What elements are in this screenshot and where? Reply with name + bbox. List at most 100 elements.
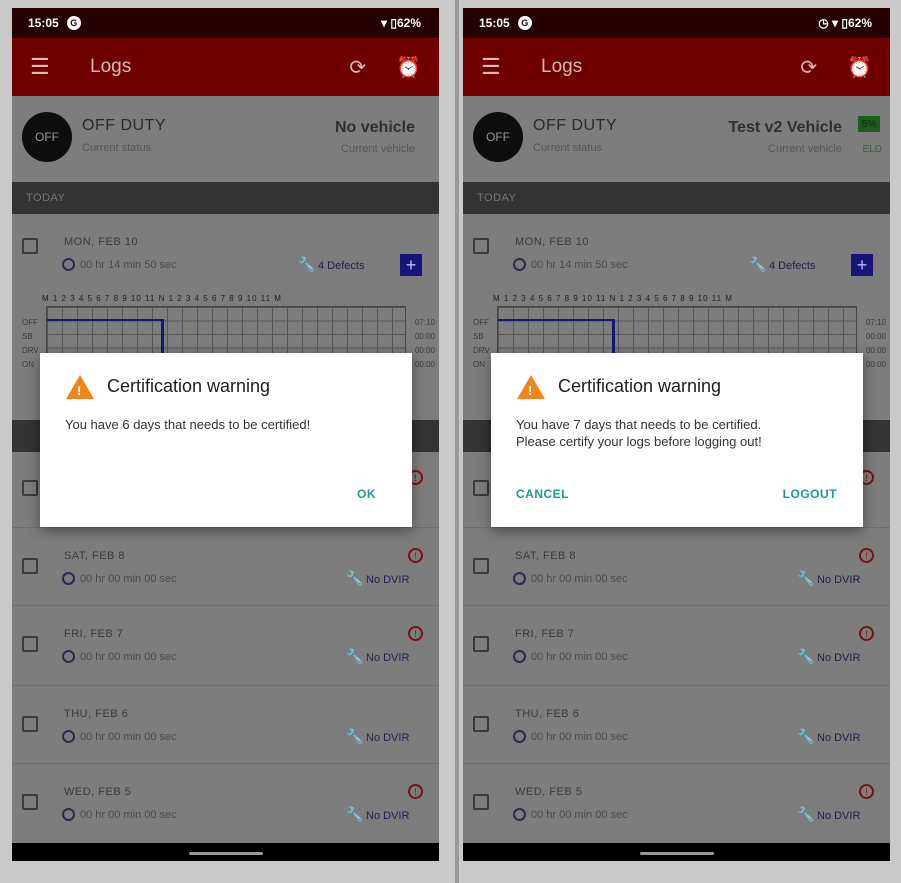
- hours-row: M 1 2 3 4 5 6 7 8 9 10 11 N 1 2 3 4 5 6 …: [493, 294, 733, 303]
- dvir-status[interactable]: No DVIR: [817, 732, 860, 744]
- duty-status-panel: OFF OFF DUTY Current status No vehicle C…: [12, 96, 439, 182]
- log-day: MON, FEB 10: [515, 236, 589, 248]
- vehicle-label[interactable]: Test v2 Vehicle: [728, 119, 842, 137]
- log-day: SAT, FEB 8: [515, 550, 577, 562]
- log-checkbox[interactable]: [473, 716, 489, 732]
- section-header-today: TODAY: [463, 182, 890, 214]
- duty-status-label: OFF DUTY: [533, 117, 617, 134]
- defects-label[interactable]: 4 Defects: [769, 260, 815, 272]
- eld-badge-label: ELD: [862, 144, 882, 155]
- add-dvir-button[interactable]: +: [851, 254, 873, 276]
- log-card[interactable]: FRI, FEB 7 00 hr 00 min 00 sec ! 🔧 No DV…: [12, 606, 439, 686]
- log-card[interactable]: WED, FEB 5 00 hr 00 min 00 sec ! 🔧 No DV…: [463, 764, 890, 844]
- log-checkbox[interactable]: [473, 238, 489, 254]
- dialog-title: Certification warning: [558, 376, 722, 396]
- log-day: SAT, FEB 8: [64, 550, 126, 562]
- wrench-icon: 🔧: [346, 648, 364, 664]
- log-checkbox[interactable]: [473, 794, 489, 810]
- add-dvir-button[interactable]: +: [400, 254, 422, 276]
- alarm-icon[interactable]: ⏰: [396, 55, 421, 80]
- log-card[interactable]: WED, FEB 5 00 hr 00 min 00 sec ! 🔧 No DV…: [12, 764, 439, 844]
- row-label-off: OFF: [22, 318, 38, 327]
- row-value-drv: 00:00: [865, 346, 886, 355]
- log-checkbox[interactable]: [22, 238, 38, 254]
- clock-icon: [62, 572, 75, 585]
- dvir-status[interactable]: No DVIR: [366, 810, 409, 822]
- log-checkbox[interactable]: [473, 636, 489, 652]
- dialog-message: You have 7 days that needs to be certifi…: [516, 416, 843, 450]
- log-duration: 00 hr 00 min 00 sec: [531, 573, 628, 585]
- log-card[interactable]: THU, FEB 6 00 hr 00 min 00 sec 🔧 No DVIR: [463, 686, 890, 764]
- notification-icon: G: [517, 16, 532, 30]
- eld-badge: 5%: [858, 116, 880, 132]
- status-bar: 15:05 G ◷ ▾ ▯62%: [463, 8, 890, 38]
- log-card[interactable]: THU, FEB 6 00 hr 00 min 00 sec 🔧 No DVIR: [12, 686, 439, 764]
- grid-line-off: [47, 319, 161, 321]
- defects-label[interactable]: 4 Defects: [318, 260, 364, 272]
- vehicle-sub: Current vehicle: [341, 143, 415, 155]
- app-toolbar: ☰ Logs ⟳ ⏰: [12, 38, 439, 96]
- duty-status-sub: Current status: [82, 142, 152, 154]
- log-day: FRI, FEB 7: [64, 628, 124, 640]
- dvir-status[interactable]: No DVIR: [817, 574, 860, 586]
- sync-icon[interactable]: ⟳: [349, 55, 366, 80]
- log-checkbox[interactable]: [22, 558, 38, 574]
- wrench-icon: 🔧: [749, 256, 767, 272]
- home-handle[interactable]: [188, 852, 263, 855]
- alarm-icon[interactable]: ⏰: [847, 55, 872, 80]
- log-duration: 00 hr 14 min 50 sec: [531, 259, 628, 271]
- log-day: MON, FEB 10: [64, 236, 138, 248]
- row-value-off: 07:10: [865, 318, 886, 327]
- row-value-off: 07:10: [414, 318, 435, 327]
- row-value-on: 00:00: [865, 360, 886, 369]
- wrench-icon: 🔧: [797, 648, 815, 664]
- duty-status-icon[interactable]: OFF: [22, 112, 72, 162]
- toolbar-title: Logs: [90, 56, 132, 77]
- row-value-on: 00:00: [414, 360, 435, 369]
- log-duration: 00 hr 00 min 00 sec: [531, 809, 628, 821]
- dialog-message-line1: You have 7 days that needs to be certifi…: [516, 417, 762, 432]
- log-checkbox[interactable]: [473, 480, 489, 496]
- wrench-icon: 🔧: [797, 570, 815, 586]
- phone-right: 15:05 G ◷ ▾ ▯62% ☰ Logs ⟳ ⏰ OFF OFF DUTY…: [463, 8, 890, 861]
- nav-bar: [12, 843, 439, 861]
- row-label-on: ON: [22, 360, 34, 369]
- dvir-status[interactable]: No DVIR: [366, 732, 409, 744]
- clock-icon: [62, 650, 75, 663]
- cancel-button[interactable]: CANCEL: [516, 487, 569, 501]
- log-duration: 00 hr 00 min 00 sec: [80, 731, 177, 743]
- dvir-status[interactable]: No DVIR: [366, 652, 409, 664]
- menu-icon[interactable]: ☰: [481, 54, 507, 80]
- dialog-message: You have 6 days that needs to be certifi…: [65, 417, 311, 432]
- home-handle[interactable]: [639, 852, 714, 855]
- dvir-status[interactable]: No DVIR: [817, 652, 860, 664]
- log-card[interactable]: SAT, FEB 8 00 hr 00 min 00 sec ! 🔧 No DV…: [12, 528, 439, 606]
- clock-icon: [62, 730, 75, 743]
- log-checkbox[interactable]: [22, 716, 38, 732]
- logout-button[interactable]: LOGOUT: [783, 487, 837, 501]
- log-duration: 00 hr 00 min 00 sec: [80, 573, 177, 585]
- dvir-status[interactable]: No DVIR: [817, 810, 860, 822]
- log-day: FRI, FEB 7: [515, 628, 575, 640]
- wrench-icon: 🔧: [346, 728, 364, 744]
- log-card[interactable]: SAT, FEB 8 00 hr 00 min 00 sec ! 🔧 No DV…: [463, 528, 890, 606]
- log-card[interactable]: FRI, FEB 7 00 hr 00 min 00 sec ! 🔧 No DV…: [463, 606, 890, 686]
- dvir-status[interactable]: No DVIR: [366, 574, 409, 586]
- certification-dialog: ! Certification warning You have 7 days …: [491, 353, 863, 527]
- log-duration: 00 hr 00 min 00 sec: [80, 651, 177, 663]
- certification-dialog: ! Certification warning You have 6 days …: [40, 353, 412, 527]
- duty-status-icon[interactable]: OFF: [473, 112, 523, 162]
- battery-indicator: ▾ ▯62%: [381, 16, 421, 30]
- wrench-icon: 🔧: [298, 256, 316, 272]
- clock-icon: [62, 808, 75, 821]
- ok-button[interactable]: OK: [357, 487, 376, 501]
- menu-icon[interactable]: ☰: [30, 54, 56, 80]
- log-checkbox[interactable]: [22, 636, 38, 652]
- sync-icon[interactable]: ⟳: [800, 55, 817, 80]
- log-checkbox[interactable]: [22, 794, 38, 810]
- log-checkbox[interactable]: [473, 558, 489, 574]
- row-value-drv: 00:00: [414, 346, 435, 355]
- log-checkbox[interactable]: [22, 480, 38, 496]
- vehicle-label[interactable]: No vehicle: [335, 119, 415, 137]
- log-duration: 00 hr 00 min 00 sec: [531, 651, 628, 663]
